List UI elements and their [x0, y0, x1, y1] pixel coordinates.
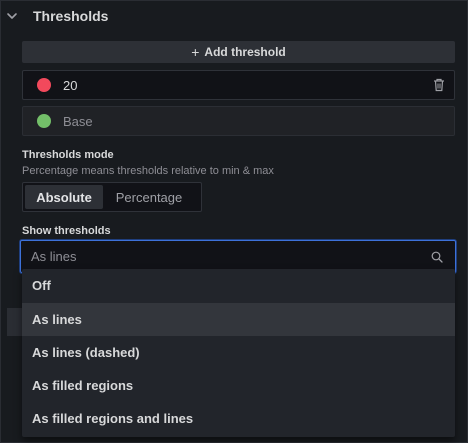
- thresholds-mode-radio-group: Absolute Percentage: [22, 182, 202, 212]
- threshold-row: 20: [22, 70, 455, 100]
- threshold-color-swatch[interactable]: [37, 114, 51, 128]
- dropdown-option-as-filled-regions-and-lines[interactable]: As filled regions and lines: [22, 402, 455, 435]
- thresholds-mode-description: Percentage means thresholds relative to …: [22, 165, 274, 177]
- thresholds-section-header[interactable]: Thresholds: [1, 1, 468, 33]
- add-threshold-button[interactable]: + Add threshold: [22, 41, 455, 63]
- thresholds-mode-label: Thresholds mode: [22, 149, 114, 161]
- select-placeholder: As lines: [31, 249, 77, 264]
- radio-option-absolute[interactable]: Absolute: [25, 185, 103, 209]
- threshold-color-swatch[interactable]: [37, 78, 51, 92]
- add-threshold-label: Add threshold: [204, 45, 286, 59]
- threshold-value-input[interactable]: 20: [63, 78, 77, 93]
- dropdown-option-as-filled-regions[interactable]: As filled regions: [22, 369, 455, 402]
- search-icon: [431, 251, 443, 263]
- plus-icon: +: [191, 44, 200, 60]
- threshold-row-base: Base: [22, 106, 455, 136]
- dropdown-option-as-lines[interactable]: As lines: [22, 303, 455, 336]
- chevron-down-icon[interactable]: [6, 9, 18, 23]
- section-title: Thresholds: [33, 8, 109, 24]
- dropdown-option-off[interactable]: Off: [22, 269, 455, 302]
- options-panel: Thresholds + Add threshold 20 Base Thres…: [0, 0, 468, 443]
- threshold-base-label: Base: [63, 113, 93, 129]
- dropdown-option-as-lines-dashed[interactable]: As lines (dashed): [22, 336, 455, 369]
- show-thresholds-dropdown: Off As lines As lines (dashed) As filled…: [22, 269, 455, 437]
- show-thresholds-label: Show thresholds: [22, 225, 111, 237]
- radio-option-percentage[interactable]: Percentage: [103, 185, 195, 209]
- trash-icon[interactable]: [433, 78, 445, 92]
